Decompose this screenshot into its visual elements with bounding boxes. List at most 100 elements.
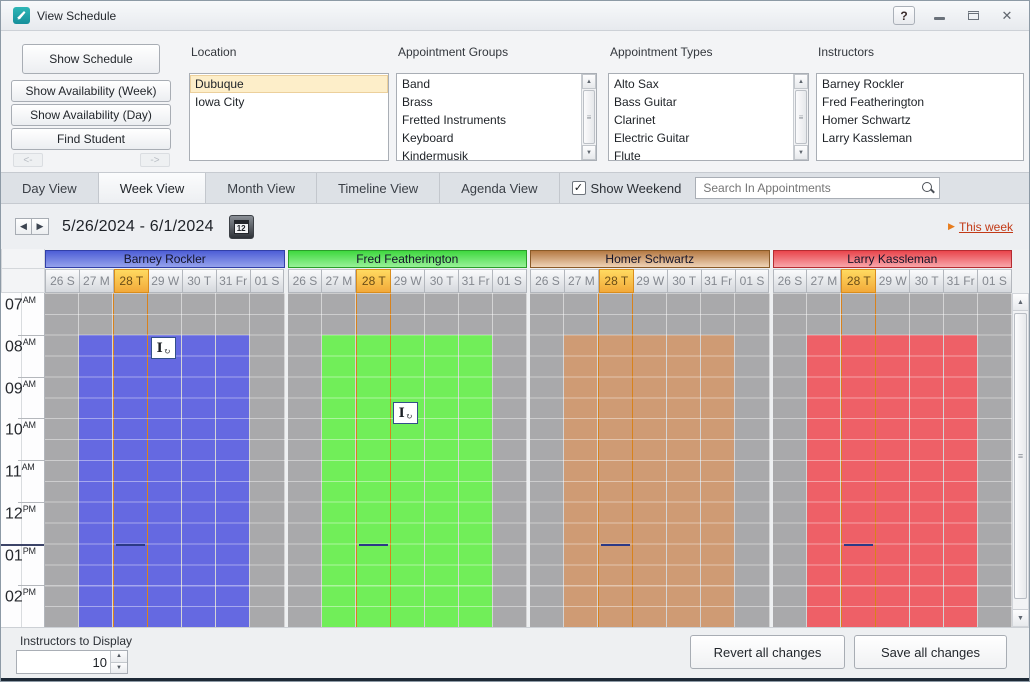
day-header-cell[interactable]: 27 M: [322, 269, 356, 293]
tab-timeline-view[interactable]: Timeline View: [317, 173, 440, 203]
scroll-thumb[interactable]: ≡: [583, 90, 595, 144]
day-column-28-T[interactable]: [841, 293, 876, 627]
list-item[interactable]: Brass: [397, 93, 581, 111]
day-header-cell[interactable]: 30 T: [183, 269, 217, 293]
availability-block-homer-schwartz[interactable]: [633, 335, 666, 627]
availability-block-barney-rockler[interactable]: [79, 335, 112, 627]
list-item[interactable]: Barney Rockler: [817, 75, 1023, 93]
availability-block-homer-schwartz[interactable]: [599, 335, 632, 627]
list-item[interactable]: Kindermusik: [397, 147, 581, 160]
day-header-cell[interactable]: 31 Fr: [702, 269, 736, 293]
save-all-changes-button[interactable]: Save all changes: [854, 635, 1007, 669]
schedule-section-larry-kassleman[interactable]: [773, 293, 1013, 627]
history-back-button[interactable]: <-: [13, 153, 43, 167]
schedule-section-homer-schwartz[interactable]: [530, 293, 770, 627]
day-header-today[interactable]: 28 T: [599, 269, 634, 293]
day-header-cell[interactable]: 26 S: [45, 269, 80, 293]
availability-block-larry-kassleman[interactable]: [807, 335, 840, 627]
instructor-header-larry-kassleman[interactable]: Larry Kassleman: [773, 250, 1013, 268]
day-column-30-T[interactable]: [182, 293, 216, 627]
availability-block-fred-featherington[interactable]: [459, 335, 492, 627]
appointment-types-scrollbar[interactable]: ▲ ≡ ▼: [793, 74, 808, 160]
day-column-27-M[interactable]: [79, 293, 113, 627]
instructor-header-fred-featherington[interactable]: Fred Featherington: [288, 250, 528, 268]
show-availability-day-button[interactable]: Show Availability (Day): [11, 104, 171, 126]
list-item[interactable]: Fretted Instruments: [397, 111, 581, 129]
day-column-29-W[interactable]: [391, 293, 425, 627]
instructors-to-display-stepper[interactable]: 10 ▲ ▼: [16, 650, 128, 674]
day-header-today[interactable]: 28 T: [356, 269, 391, 293]
availability-block-larry-kassleman[interactable]: [842, 335, 875, 627]
list-item[interactable]: Bass Guitar: [609, 93, 793, 111]
vertical-scrollbar[interactable]: ▲ ≡ ▼: [1012, 293, 1029, 627]
list-item[interactable]: Fred Featherington: [817, 93, 1023, 111]
day-column-31-Fr[interactable]: [701, 293, 735, 627]
instructor-header-barney-rockler[interactable]: Barney Rockler: [45, 250, 285, 268]
appointment-groups-scrollbar[interactable]: ▲ ≡ ▼: [581, 74, 596, 160]
day-header-cell[interactable]: 26 S: [773, 269, 808, 293]
scroll-thumb[interactable]: ≡: [1014, 313, 1027, 599]
day-header-cell[interactable]: 30 T: [668, 269, 702, 293]
stepper-up-icon[interactable]: ▲: [111, 651, 127, 663]
day-column-27-M[interactable]: [322, 293, 356, 627]
day-column-28-T[interactable]: [598, 293, 633, 627]
day-header-cell[interactable]: 01 S: [251, 269, 285, 293]
revert-all-changes-button[interactable]: Revert all changes: [690, 635, 845, 669]
previous-week-button[interactable]: ◀: [15, 218, 32, 235]
availability-block-homer-schwartz[interactable]: [701, 335, 734, 627]
scroll-down-icon[interactable]: ▼: [582, 145, 596, 160]
day-column-30-T[interactable]: [425, 293, 459, 627]
this-week-link[interactable]: This week: [959, 220, 1013, 234]
day-header-cell[interactable]: 29 W: [149, 269, 183, 293]
find-student-button[interactable]: Find Student: [11, 128, 171, 150]
calendar-picker-button[interactable]: 12: [229, 215, 254, 239]
day-header-cell[interactable]: 26 S: [530, 269, 565, 293]
list-item[interactable]: Homer Schwartz: [817, 111, 1023, 129]
tab-week-view[interactable]: Week View: [99, 173, 207, 203]
scroll-thumb[interactable]: ≡: [795, 90, 807, 144]
scroll-up-icon[interactable]: ▲: [1013, 294, 1028, 311]
day-column-31-Fr[interactable]: [459, 293, 493, 627]
day-column-26-S[interactable]: [530, 293, 564, 627]
day-header-cell[interactable]: 27 M: [807, 269, 841, 293]
day-header-cell[interactable]: 01 S: [978, 269, 1012, 293]
day-column-01-S[interactable]: [978, 293, 1012, 627]
day-column-29-W[interactable]: [633, 293, 667, 627]
availability-block-fred-featherington[interactable]: [357, 335, 390, 627]
availability-block-fred-featherington[interactable]: [425, 335, 458, 627]
day-column-26-S[interactable]: [288, 293, 322, 627]
list-item[interactable]: Larry Kassleman: [817, 129, 1023, 147]
availability-block-larry-kassleman[interactable]: [944, 335, 977, 627]
help-button[interactable]: ?: [893, 6, 915, 25]
day-header-cell[interactable]: 01 S: [493, 269, 527, 293]
availability-block-barney-rockler[interactable]: [114, 335, 147, 627]
availability-block-barney-rockler[interactable]: [148, 335, 181, 627]
day-header-cell[interactable]: 29 W: [876, 269, 910, 293]
minimize-button[interactable]: [929, 6, 949, 25]
day-header-cell[interactable]: 31 Fr: [944, 269, 978, 293]
instructor-header-homer-schwartz[interactable]: Homer Schwartz: [530, 250, 770, 268]
availability-block-fred-featherington[interactable]: [391, 335, 424, 627]
history-forward-button[interactable]: ->: [140, 153, 170, 167]
availability-block-barney-rockler[interactable]: [182, 335, 215, 627]
schedule-section-fred-featherington[interactable]: [288, 293, 528, 627]
scroll-down-icon[interactable]: ▼: [794, 145, 808, 160]
day-column-01-S[interactable]: [735, 293, 769, 627]
day-column-27-M[interactable]: [807, 293, 841, 627]
tab-month-view[interactable]: Month View: [206, 173, 317, 203]
close-button[interactable]: ✕: [997, 6, 1017, 25]
day-header-cell[interactable]: 31 Fr: [217, 269, 251, 293]
show-schedule-button[interactable]: Show Schedule: [22, 44, 160, 74]
day-column-31-Fr[interactable]: [944, 293, 978, 627]
tab-agenda-view[interactable]: Agenda View: [440, 173, 559, 203]
day-column-26-S[interactable]: [773, 293, 807, 627]
list-item[interactable]: Dubuque: [190, 75, 388, 93]
day-column-31-Fr[interactable]: [216, 293, 250, 627]
day-column-28-T[interactable]: [356, 293, 391, 627]
tab-day-view[interactable]: Day View: [1, 173, 99, 203]
availability-block-homer-schwartz[interactable]: [564, 335, 597, 627]
schedule-grid[interactable]: [45, 293, 1012, 627]
instructors-to-display-value[interactable]: 10: [17, 651, 110, 673]
list-item[interactable]: Alto Sax: [609, 75, 793, 93]
day-header-cell[interactable]: 26 S: [288, 269, 323, 293]
